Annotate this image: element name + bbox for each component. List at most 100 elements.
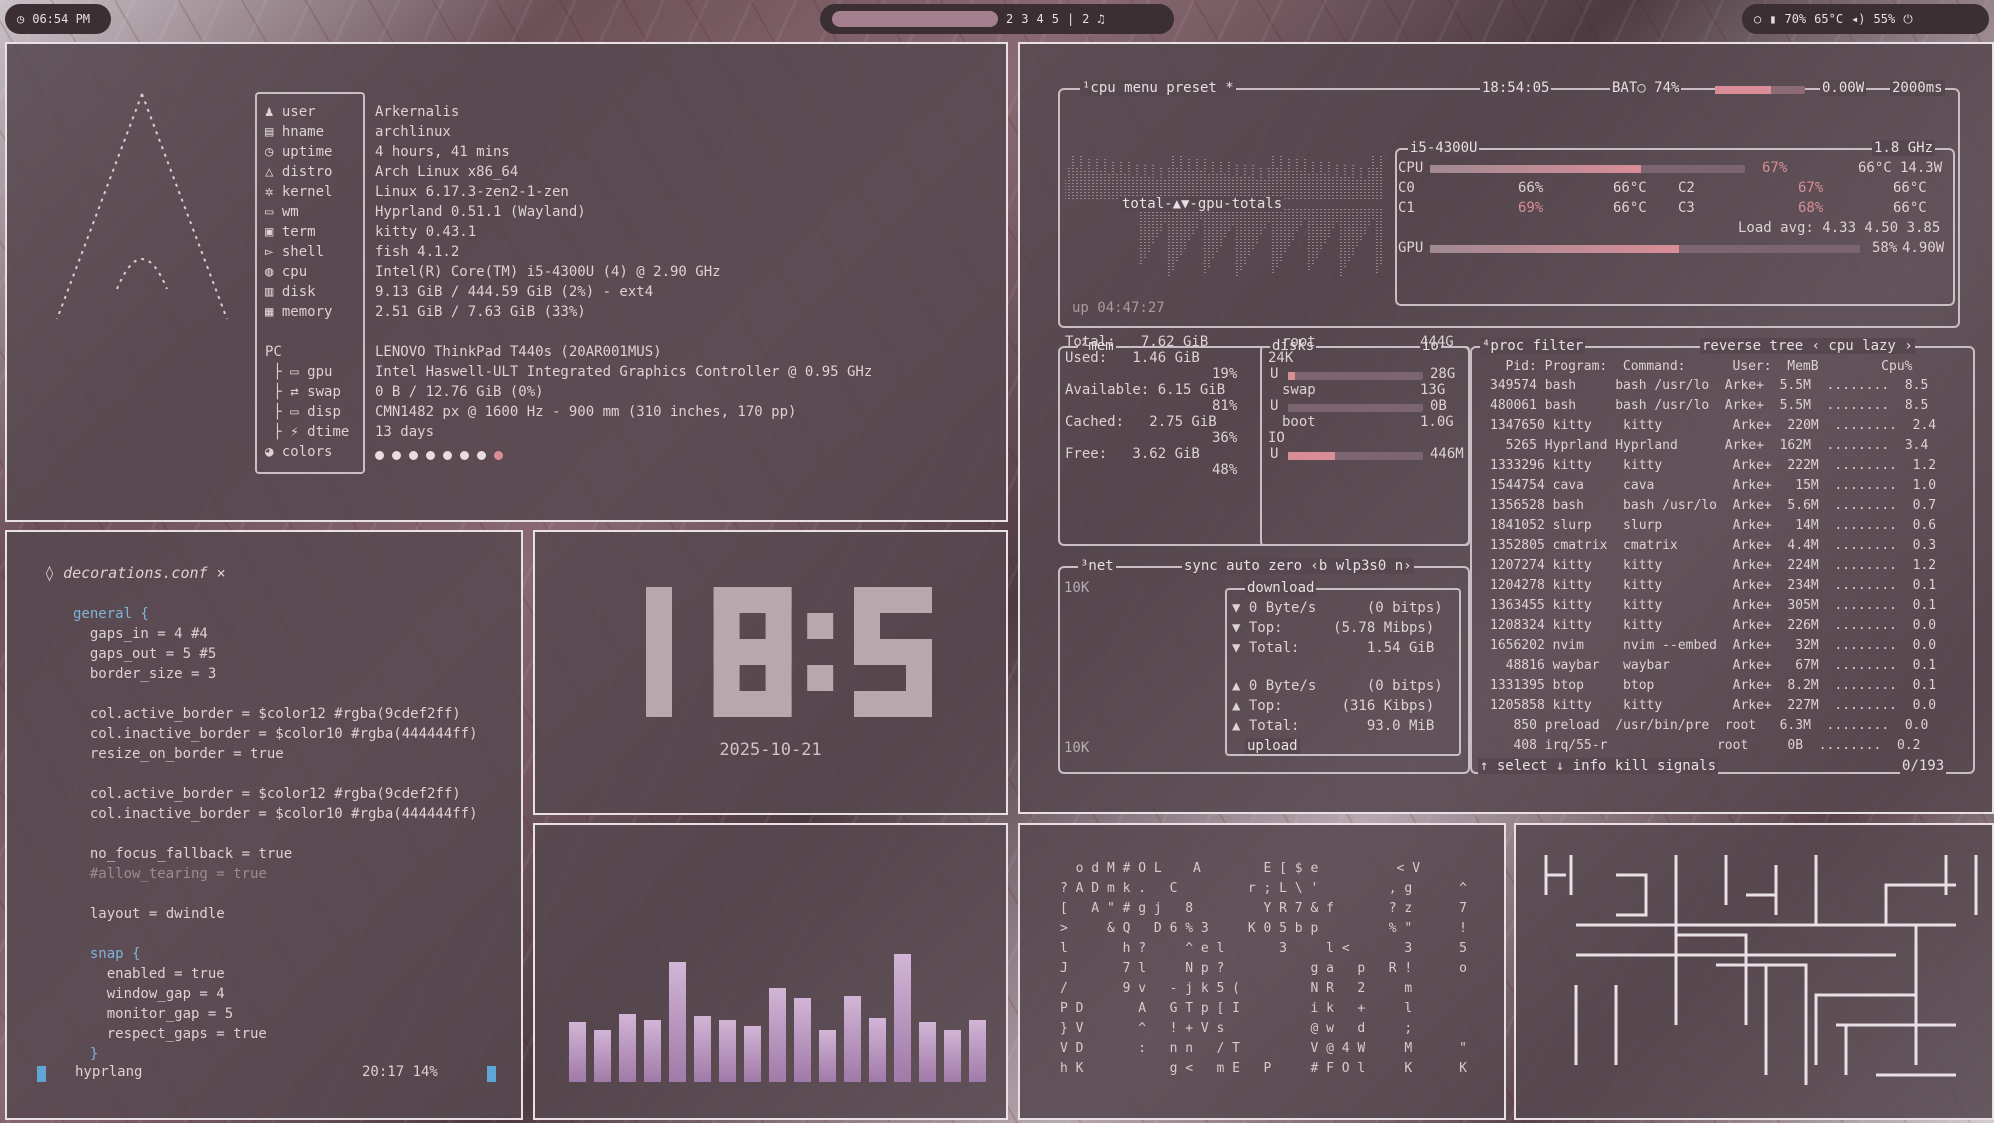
proc-row[interactable]: 1356528 bash bash /usr/lo Arke+ 5.6M ...…	[1490, 498, 1936, 513]
mode-block-right	[487, 1066, 496, 1082]
code-line[interactable]: col.inactive_border = $color10 #rgba(444…	[73, 806, 478, 822]
disp-icon: ▭	[290, 404, 308, 420]
cpu-total-label: CPU	[1398, 160, 1424, 176]
proc-count: 0/193	[1900, 758, 1947, 774]
disk-boot-io: IO	[1268, 430, 1285, 446]
cpu-graph	[1065, 155, 1382, 278]
audio-bar	[944, 1030, 961, 1082]
clock-date: 2025-10-21	[719, 740, 822, 760]
cpu-total-bar	[1430, 165, 1745, 173]
color-dot	[375, 451, 384, 460]
proc-row[interactable]: 408 irq/55-r root 0B ........ 0.2	[1490, 738, 1920, 753]
audio-bar	[619, 1014, 636, 1082]
notif-count[interactable]: 2	[1082, 12, 1089, 26]
proc-row[interactable]: 1208324 kitty kitty Arke+ 226M ........ …	[1490, 618, 1936, 633]
update-rate[interactable]: 2000ms	[1890, 80, 1945, 96]
tree-branch: ├	[265, 424, 291, 440]
circle-icon: ○	[1754, 12, 1762, 26]
code-line[interactable]: respect_gaps = true	[73, 1026, 267, 1042]
pipe-segment	[1724, 855, 1778, 915]
code-line[interactable]: monitor_gap = 5	[73, 1006, 233, 1022]
proc-options[interactable]: reverse tree ‹ cpu lazy ›	[1700, 338, 1915, 354]
net-options[interactable]: sync auto zero ‹b wlp3s0 n›	[1182, 558, 1414, 574]
code-line[interactable]: #allow_tearing = true	[73, 866, 267, 882]
proc-row[interactable]: 1347650 kitty kitty Arke+ 220M ........ …	[1490, 418, 1936, 433]
fetch-key-term: ▣ term	[265, 224, 316, 240]
workspace-2[interactable]: 2	[1006, 12, 1013, 26]
proc-row[interactable]: 1544754 cava cava Arke+ 15M ........ 1.0	[1490, 478, 1936, 493]
proc-columns[interactable]: Pid: Program: Command: User: MemB Cpu%	[1482, 359, 1912, 374]
proc-row[interactable]: 1841052 slurp slurp Arke+ 14M ........ 0…	[1490, 518, 1936, 533]
file-icon: ◊	[45, 564, 64, 582]
audio-bar	[669, 962, 686, 1082]
core-label: C2	[1678, 180, 1695, 196]
editor-tab[interactable]: ◊ decorations.conf ×	[45, 564, 226, 582]
disk-root-free: 28G	[1430, 366, 1456, 382]
tree-branch: ├	[265, 404, 291, 420]
code-line[interactable]: snap {	[73, 946, 141, 962]
code-line[interactable]: border_size = 3	[73, 666, 216, 682]
proc-row[interactable]: 5265 Hyprland Hyprland Arke+ 162M ......…	[1490, 438, 1929, 453]
proc-row[interactable]: 1352805 cmatrix cmatrix Arke+ 4.4M .....…	[1490, 538, 1936, 553]
disk-icon: ▥	[265, 284, 282, 300]
code-line[interactable]: no_focus_fallback = true	[73, 846, 292, 862]
code-line[interactable]: layout = dwindle	[73, 906, 225, 922]
workspace-bar[interactable]: 2 3 4 5 | 2 ♫	[820, 4, 1174, 34]
matrix-line: V D : n n / T V @ 4 W M "	[1060, 1041, 1467, 1056]
code-line[interactable]: gaps_in = 4 #4	[73, 626, 208, 642]
pipe-segment	[1616, 873, 1648, 917]
color-dot	[477, 451, 486, 460]
proc-row[interactable]: 1204278 kitty kitty Arke+ 234M ........ …	[1490, 578, 1936, 593]
code-line[interactable]: col.active_border = $color12 #rgba(9cdef…	[73, 706, 461, 722]
proc-row[interactable]: 1363455 kitty kitty Arke+ 305M ........ …	[1490, 598, 1936, 613]
cpu-freq: 1.8 GHz	[1872, 140, 1936, 156]
volume-icon[interactable]: ◂)	[1851, 12, 1865, 26]
cpu-name: i5-4300U	[1408, 140, 1480, 156]
proc-row[interactable]: 1207274 kitty kitty Arke+ 224M ........ …	[1490, 558, 1936, 573]
proc-row[interactable]: 1331395 btop btop Arke+ 8.2M ........ 0.…	[1490, 678, 1936, 693]
topbar-clock[interactable]: ◷ 06:54 PM	[5, 4, 111, 34]
disk-usage-bar	[1288, 372, 1423, 380]
code-line[interactable]: }	[73, 1046, 98, 1062]
proc-row[interactable]: 1205858 kitty kitty Arke+ 227M ........ …	[1490, 698, 1936, 713]
workspace-4[interactable]: 4	[1036, 12, 1043, 26]
disk-boot-size: 1.0G	[1420, 414, 1454, 430]
user-icon: ♟	[265, 104, 282, 120]
volume-value[interactable]: 55%	[1874, 12, 1896, 26]
proc-row[interactable]: 480061 bash bash /usr/lo Arke+ 5.5M ....…	[1490, 398, 1928, 413]
fetch-key-memory: ▦ memory	[265, 304, 332, 320]
proc-row[interactable]: 1333296 kitty kitty Arke+ 222M ........ …	[1490, 458, 1936, 473]
fetch-key-disk: ▥ disk	[265, 284, 316, 300]
proc-row[interactable]: 850 preload /usr/bin/pre root 6.3M .....…	[1490, 718, 1928, 733]
code-line[interactable]: window_gap = 4	[73, 986, 225, 1002]
code-line[interactable]: resize_on_border = true	[73, 746, 284, 762]
power-icon[interactable]: ⏻	[1903, 12, 1913, 27]
proc-row[interactable]: 1656202 nvim nvim --embed Arke+ 32M ....…	[1490, 638, 1936, 653]
arch-logo	[56, 93, 228, 320]
btop-window[interactable]: ¹cpu menu preset * 18:54:05 BAT○ 74% 0.0…	[1018, 42, 1994, 814]
editor-window[interactable]: ◊ decorations.conf × general { gaps_in =…	[5, 530, 523, 1120]
bell-icon[interactable]: ♫	[1097, 12, 1104, 26]
net-scale-bottom: 10K	[1064, 740, 1090, 756]
fetch-value-distro: Arch Linux x86_64	[375, 164, 519, 180]
proc-footer[interactable]: ↑ select ↓ info kill signals	[1478, 758, 1719, 774]
code-line[interactable]: gaps_out = 5 #5	[73, 646, 216, 662]
active-workspace-indicator[interactable]	[832, 11, 998, 27]
workspace-3[interactable]: 3	[1021, 12, 1028, 26]
code-line[interactable]: general {	[73, 606, 149, 622]
proc-title[interactable]: ⁴proc filter	[1480, 338, 1586, 354]
code-line[interactable]: col.active_border = $color12 #rgba(9cdef…	[73, 786, 461, 802]
disk-bar-label: U	[1270, 398, 1279, 414]
fetch-key-shell: ▻ shell	[265, 244, 324, 260]
shell-icon: ▻	[265, 244, 282, 260]
proc-row[interactable]: 48816 waybar waybar Arke+ 67M ........ 0…	[1490, 658, 1936, 673]
code-line[interactable]: enabled = true	[73, 966, 225, 982]
close-icon[interactable]: ×	[208, 564, 226, 582]
mem-avail: Available: 6.15 GiB	[1065, 382, 1226, 398]
workspace-5[interactable]: 5	[1052, 12, 1059, 26]
proc-row[interactable]: 349574 bash bash /usr/lo Arke+ 5.5M ....…	[1490, 378, 1928, 393]
fetch-window[interactable]: ♟ user ▤ hname ◷ uptime △ distro ✲ kernel ▭ w…	[5, 42, 1008, 522]
cpu-tabs[interactable]: ¹cpu menu preset *	[1080, 80, 1236, 96]
code-line[interactable]: col.inactive_border = $color10 #rgba(444…	[73, 726, 478, 742]
pipe-segment	[1814, 925, 1918, 1065]
